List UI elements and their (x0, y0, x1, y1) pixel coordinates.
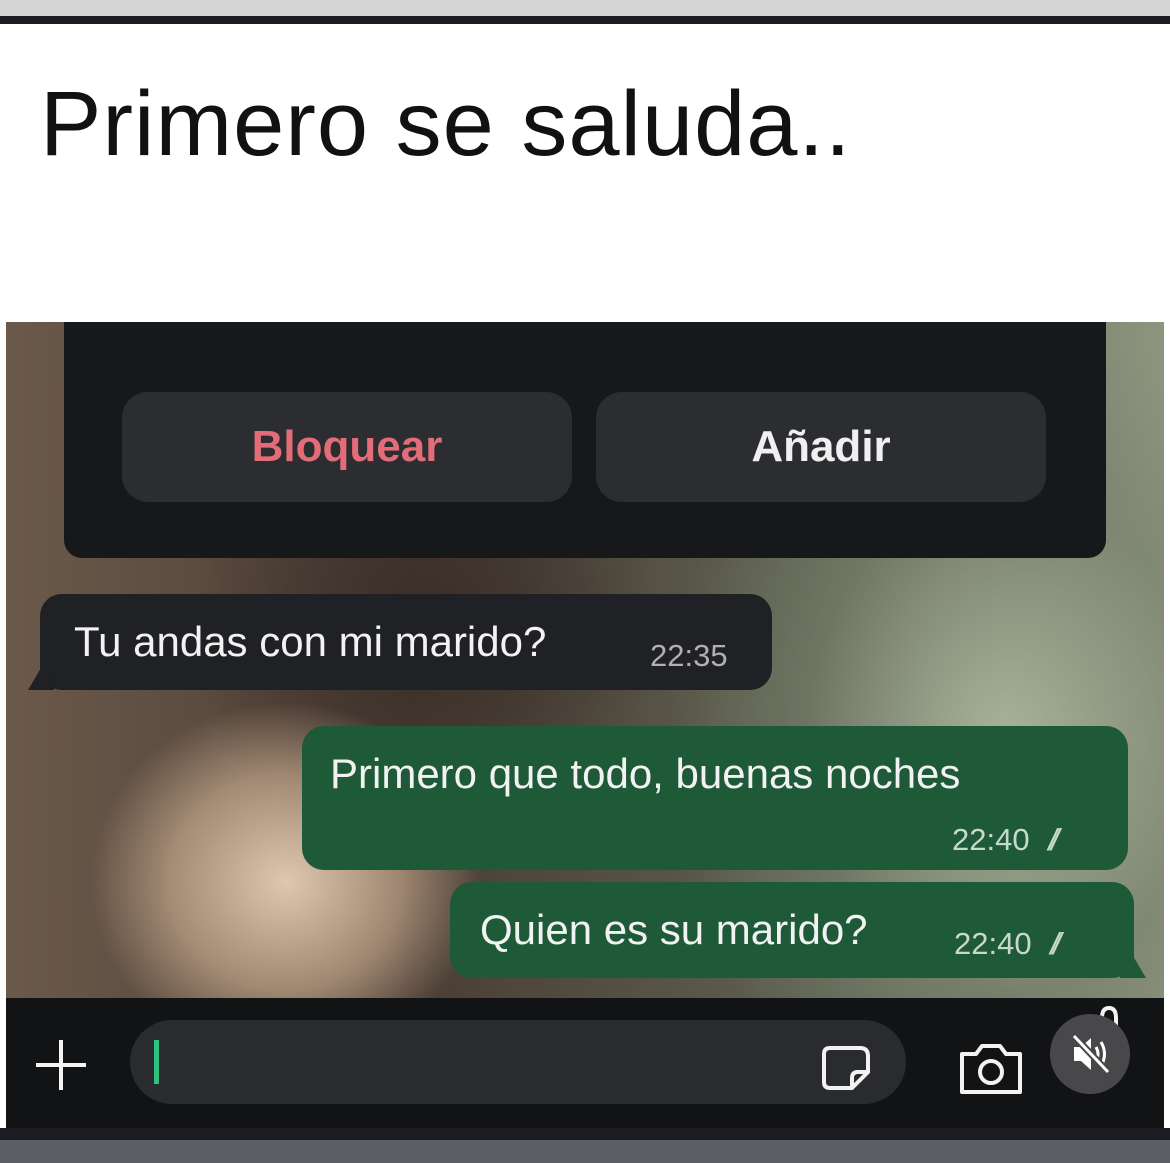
message-time: 22:40 (954, 926, 1032, 961)
composer-bar (6, 998, 1164, 1128)
read-ticks-icon: // (1048, 822, 1060, 857)
message-incoming[interactable]: Tu andas con mi marido? 22:35 (40, 594, 772, 690)
chat-screenshot: Bloquear Añadir Tu andas con mi marido? … (6, 322, 1164, 1128)
text-cursor (154, 1040, 159, 1084)
message-time: 22:40 (952, 822, 1030, 857)
plus-icon[interactable] (32, 1036, 90, 1094)
message-meta: 22:40 // (952, 822, 1060, 858)
unknown-contact-panel: Bloquear Añadir (64, 322, 1106, 558)
speaker-muted-icon[interactable] (1050, 1014, 1130, 1094)
message-text: Tu andas con mi marido? (74, 618, 547, 665)
message-text: Primero que todo, buenas noches (330, 750, 961, 797)
message-input[interactable] (130, 1020, 906, 1104)
camera-icon[interactable] (956, 1038, 1026, 1098)
bottom-divider (0, 1128, 1170, 1140)
add-contact-button[interactable]: Añadir (596, 392, 1046, 502)
meme-caption: Primero se saluda.. (40, 73, 852, 175)
bottom-border (0, 1140, 1170, 1163)
message-text: Quien es su marido? (480, 906, 868, 953)
top-border (0, 0, 1170, 16)
message-meta: 22:40 // (954, 926, 1062, 962)
message-time: 22:35 (650, 638, 728, 673)
message-outgoing[interactable]: Quien es su marido? 22:40 // (450, 882, 1134, 978)
read-ticks-icon: // (1050, 926, 1062, 961)
block-button[interactable]: Bloquear (122, 392, 572, 502)
top-divider (0, 16, 1170, 24)
message-outgoing[interactable]: Primero que todo, buenas noches 22:40 // (302, 726, 1128, 870)
sticker-icon[interactable] (820, 1044, 874, 1092)
